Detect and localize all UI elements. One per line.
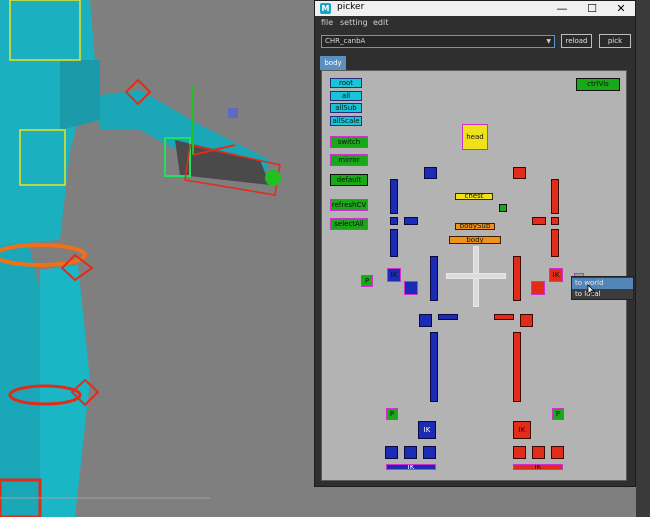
ctrl-foot-bar-l[interactable]: IK [386,464,436,470]
rig-curve [265,170,281,186]
reload-button[interactable]: reload [561,34,592,48]
ctrl-hip-r[interactable] [520,314,533,327]
ctrl-neck-l[interactable] [424,167,437,179]
ctrl-toe-r2[interactable] [532,446,545,459]
ctrl-arm-upper-r[interactable] [551,179,559,214]
ctrl-toe-l1[interactable] [385,446,398,459]
ctrl-pivot[interactable] [499,204,507,212]
root-button[interactable]: root [330,78,362,88]
ctrl-hand-l[interactable] [404,281,418,295]
ctrl-elbow-l[interactable] [390,217,398,225]
menu-setting[interactable]: setting [340,18,368,27]
window-titlebar: M picker — ☐ ✕ [315,1,635,16]
maximize-button[interactable]: ☐ [577,1,607,16]
context-menu: to world to local [571,276,634,300]
ctrl-toe-r1[interactable] [513,446,526,459]
menu-file[interactable]: file [321,18,333,27]
body-control[interactable]: body [449,236,501,244]
ctrl-spine-l[interactable] [430,256,438,301]
menu-edit[interactable]: edit [373,18,388,27]
ctrl-toe-l3[interactable] [423,446,436,459]
allscale-button[interactable]: allScale [330,116,362,126]
pick-button[interactable]: pick [599,34,631,48]
chevron-down-icon: ▼ [546,38,551,45]
dock-side-bar [636,0,650,517]
menu-item-to-world[interactable]: to world [572,278,633,289]
ctrl-foot-bar-r[interactable]: IK [513,464,563,470]
character-leg [40,265,90,517]
chest-control[interactable]: chest [455,193,493,200]
menu-item-to-local[interactable]: to local [572,289,633,300]
ctrl-foot-ik-r[interactable]: IK [513,421,531,439]
ctrl-hip-l[interactable] [419,314,432,327]
picker-window: M picker — ☐ ✕ file setting edit CHR_can… [314,0,636,487]
ctrl-hip-bar-r[interactable] [494,314,514,320]
ctrl-foot-ik-l[interactable]: IK [418,421,436,439]
bodysub-control[interactable]: bodySub [455,223,495,230]
ctrl-hand-ik-l[interactable]: IK [387,268,401,282]
character-shoulder [60,60,100,130]
ctrl-neck-r[interactable] [513,167,526,179]
toolbar: CHR_canbA ▼ reload pick [315,30,635,52]
tab-body[interactable]: body [320,56,346,70]
ctrl-root-cross-h[interactable] [446,273,506,279]
ctrlvis-button[interactable]: ctrlVis [576,78,620,91]
ctrl-shoulder-l[interactable] [404,217,418,225]
allsub-button[interactable]: allSub [330,103,362,113]
ctrl-leg-r[interactable] [513,332,521,402]
ctrl-pv-l[interactable]: P [361,275,373,287]
ctrl-toe-l2[interactable] [404,446,417,459]
ctrl-elbow-r[interactable] [551,217,559,225]
ctrl-knee-pv-l[interactable]: P [386,408,398,420]
mouse-cursor-icon [587,284,595,296]
character-leg [0,240,42,517]
close-button[interactable]: ✕ [606,1,636,16]
switch-button[interactable]: switch [330,136,368,148]
ctrl-spine-r[interactable] [513,256,521,301]
all-button[interactable]: all [330,91,362,101]
character-select[interactable]: CHR_canbA ▼ [321,35,555,48]
minimize-button[interactable]: — [547,1,577,16]
ctrl-hand-ik-r[interactable]: IK [549,268,563,282]
default-button[interactable]: default [330,174,368,186]
refreshcv-button[interactable]: refreshCV [330,199,368,211]
ctrl-arm-upper-l[interactable] [390,179,398,214]
ctrl-arm-lower-l[interactable] [390,229,398,257]
character-select-value: CHR_canbA [325,37,366,45]
selectall-button[interactable]: selectAll [330,218,368,230]
ctrl-knee-pv-r[interactable]: P [552,408,564,420]
mirror-button[interactable]: mirror [330,154,368,166]
manipulator-handle [228,108,238,118]
head-control[interactable]: head [462,124,488,150]
ctrl-shoulder-r[interactable] [532,217,546,225]
ctrl-leg-l[interactable] [430,332,438,402]
menu-bar: file setting edit [315,16,635,30]
ctrl-hip-bar-l[interactable] [438,314,458,320]
ctrl-arm-lower-r[interactable] [551,229,559,257]
ctrl-hand-r[interactable] [531,281,545,295]
maya-icon: M [320,3,331,14]
ctrl-toe-r3[interactable] [551,446,564,459]
window-title: picker [337,2,365,12]
